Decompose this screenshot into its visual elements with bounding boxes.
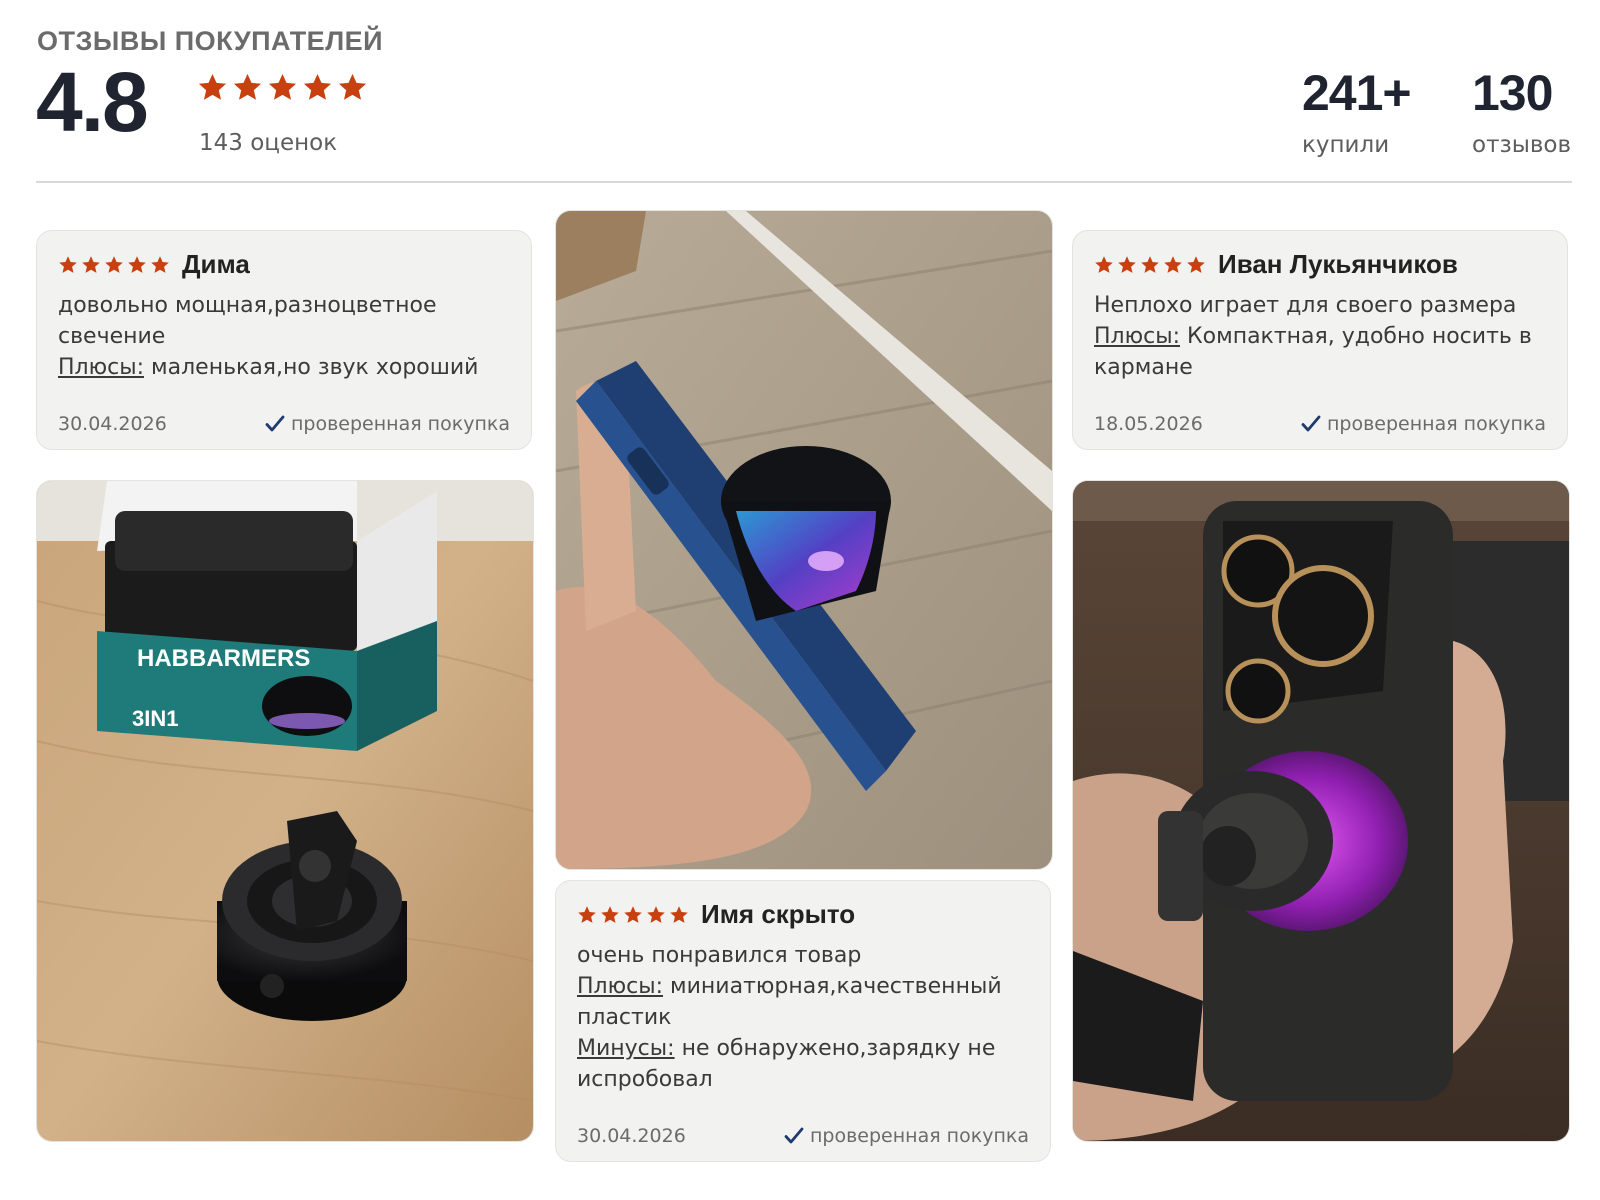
- phone-speaker-photo: [1073, 481, 1569, 1141]
- pros-label: Плюсы:: [58, 355, 145, 380]
- review-stars: [58, 255, 170, 275]
- rating-stars: [197, 72, 368, 103]
- review-comment: очень понравился товар: [577, 943, 862, 968]
- verified-badge: проверенная покупка: [784, 1125, 1029, 1147]
- stat-reviews[interactable]: 130 отзывов: [1472, 68, 1571, 158]
- checkmark-icon: [1301, 415, 1321, 432]
- review-header: Иван Лукьянчиков: [1094, 249, 1546, 280]
- star-icon: [233, 73, 262, 100]
- review-footer: 18.05.2026 проверенная покупка: [1094, 413, 1546, 435]
- section-title: ОТЗЫВЫ ПОКУПАТЕЛЕЙ: [37, 26, 384, 56]
- star-icon: [1164, 255, 1182, 273]
- star-icon: [303, 73, 332, 100]
- review-text: Неплохо играет для своего размера Плюсы:…: [1094, 290, 1546, 383]
- review-photo[interactable]: HABBARMERS 3IN1: [36, 480, 534, 1142]
- star-icon: [578, 905, 596, 923]
- review-text: очень понравился товар Плюсы: миниатюрна…: [577, 940, 1029, 1095]
- review-card[interactable]: Иван Лукьянчиков Неплохо играет для свое…: [1072, 230, 1568, 450]
- star-icon: [198, 73, 227, 100]
- review-stars: [577, 905, 689, 925]
- review-footer: 30.04.2026 проверенная покупка: [577, 1125, 1029, 1147]
- rating-count: 143 оценок: [199, 130, 338, 156]
- reviews-section: ОТЗЫВЫ ПОКУПАТЕЛЕЙ 4.8 143 оценок 241+ к…: [0, 0, 1600, 1200]
- stat-reviews-label[interactable]: отзывов: [1472, 132, 1571, 158]
- verified-label: проверенная покупка: [1326, 413, 1546, 435]
- star-icon: [151, 255, 169, 273]
- star-icon: [82, 255, 100, 273]
- box-brand-text: HABBARMERS: [137, 645, 310, 672]
- review-date: 18.05.2026: [1094, 413, 1203, 435]
- verified-label: проверенная покупка: [290, 413, 510, 435]
- verified-badge: проверенная покупка: [1301, 413, 1546, 435]
- pros-label: Плюсы:: [1094, 324, 1181, 349]
- stat-bought: 241+ купили: [1302, 65, 1412, 158]
- reviewer-name: Имя скрыто: [701, 899, 856, 929]
- stat-bought-label: купили: [1302, 132, 1390, 158]
- speaker-box-photo: HABBARMERS 3IN1: [37, 481, 533, 1141]
- star-icon: [128, 255, 146, 273]
- stat-reviews-value[interactable]: 130: [1472, 68, 1571, 118]
- box-sub-text: 3IN1: [132, 706, 178, 731]
- checkmark-icon: [265, 415, 285, 432]
- pros-text: маленькая,но звук хороший: [151, 355, 479, 380]
- review-stars: [1094, 255, 1206, 275]
- star-icon: [1141, 255, 1159, 273]
- star-icon: [1118, 255, 1136, 273]
- reviewer-name: Иван Лукьянчиков: [1218, 249, 1458, 279]
- pros-label: Плюсы:: [577, 974, 664, 999]
- verified-badge: проверенная покупка: [265, 413, 510, 435]
- review-card[interactable]: Имя скрыто очень понравился товар Плюсы:…: [555, 880, 1051, 1162]
- review-text: довольно мощная,разноцветное свечение Пл…: [58, 290, 510, 383]
- review-date: 30.04.2026: [58, 413, 167, 435]
- star-icon: [647, 905, 665, 923]
- cons-label: Минусы:: [577, 1036, 675, 1061]
- review-header: Дима: [58, 249, 510, 280]
- header-divider: [36, 181, 1572, 183]
- review-date: 30.04.2026: [577, 1125, 686, 1147]
- star-icon: [105, 255, 123, 273]
- review-header: Имя скрыто: [577, 899, 1029, 930]
- checkmark-icon: [784, 1127, 804, 1144]
- review-comment: Неплохо играет для своего размера: [1094, 293, 1517, 318]
- phone-speaker-photo: [556, 211, 1052, 869]
- review-comment: довольно мощная,разноцветное свечение: [58, 293, 437, 349]
- star-icon: [1187, 255, 1205, 273]
- star-icon: [601, 905, 619, 923]
- star-icon: [338, 73, 367, 100]
- reviewer-name: Дима: [182, 249, 250, 279]
- verified-label: проверенная покупка: [809, 1125, 1029, 1147]
- star-icon: [1095, 255, 1113, 273]
- review-card[interactable]: Дима довольно мощная,разноцветное свечен…: [36, 230, 532, 450]
- review-photo[interactable]: [555, 210, 1053, 870]
- star-icon: [268, 73, 297, 100]
- review-photo[interactable]: [1072, 480, 1570, 1142]
- stat-bought-value: 241+: [1302, 65, 1412, 121]
- review-footer: 30.04.2026 проверенная покупка: [58, 413, 510, 435]
- star-icon: [59, 255, 77, 273]
- average-rating: 4.8: [36, 55, 149, 149]
- star-icon: [670, 905, 688, 923]
- star-icon: [624, 905, 642, 923]
